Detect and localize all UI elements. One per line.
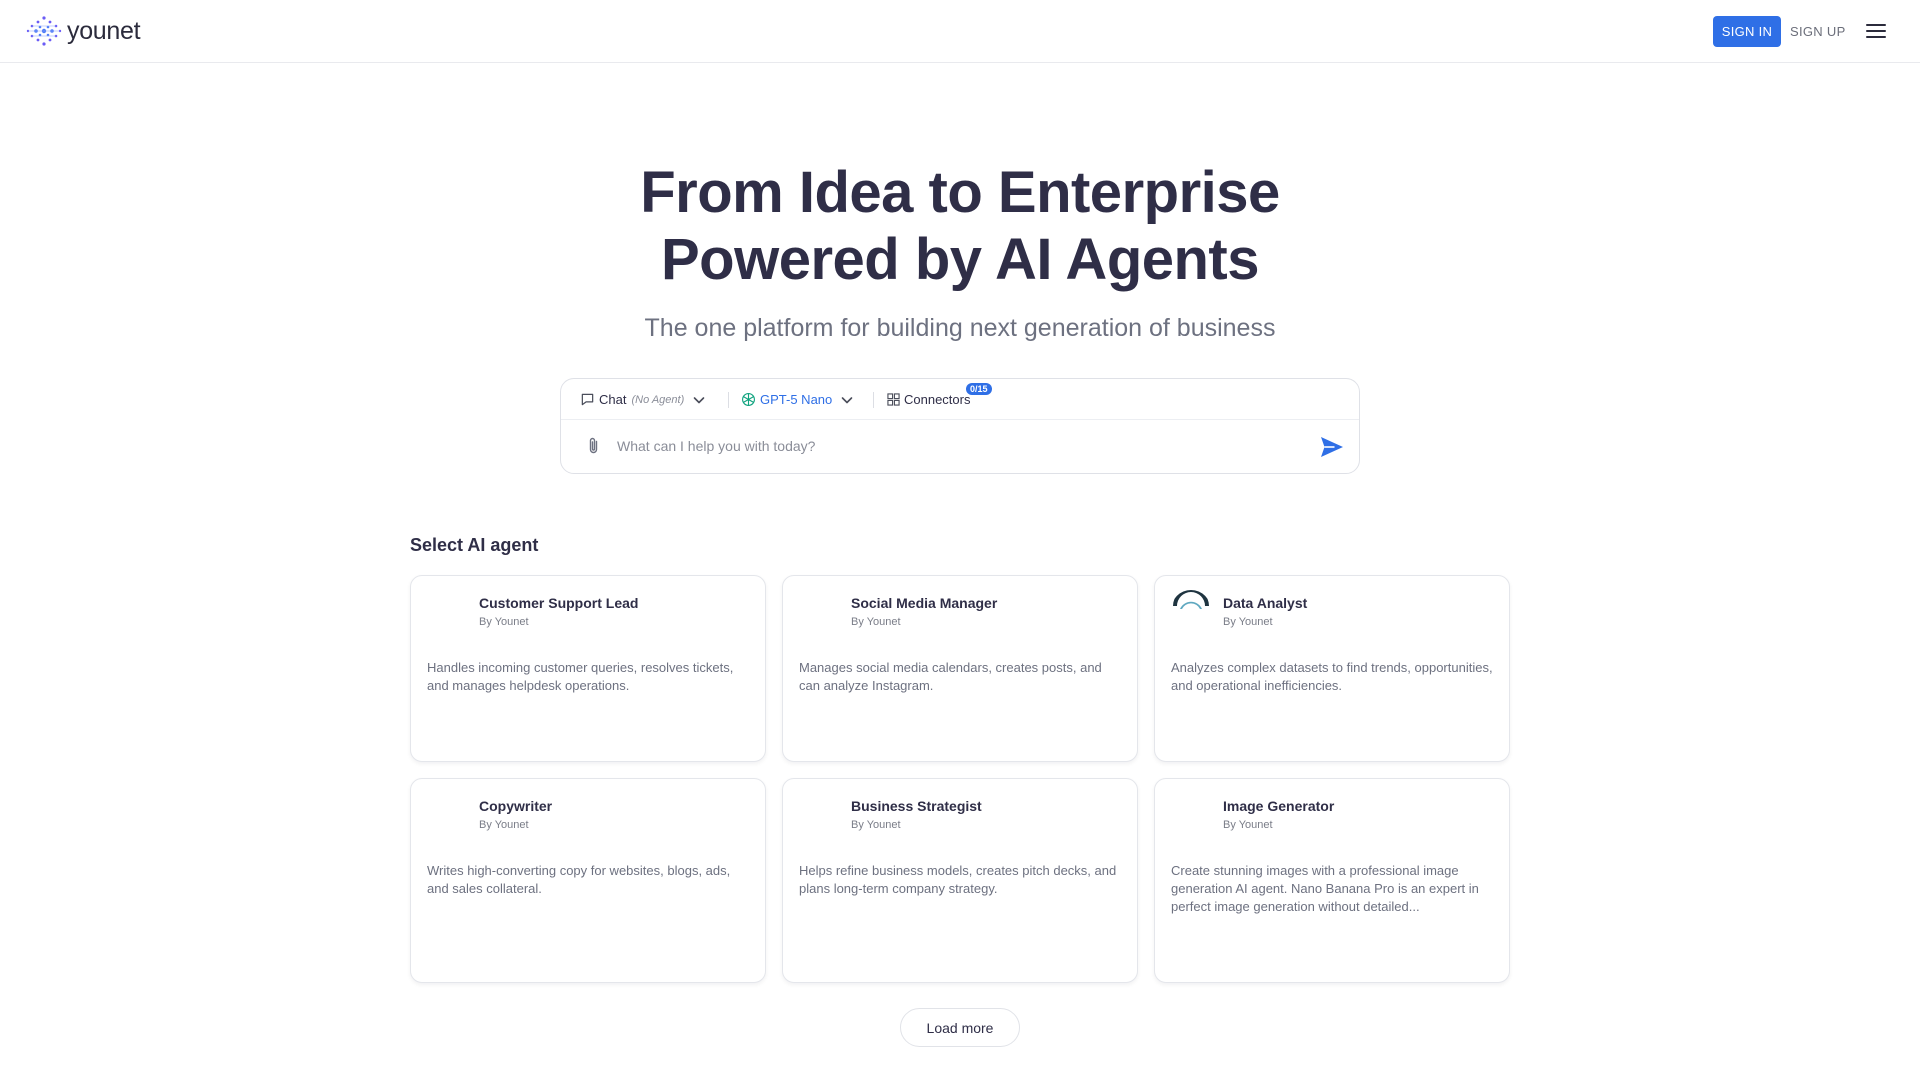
chat-input[interactable] [617, 435, 1267, 457]
top-header: younet SIGN IN SIGN UP [0, 0, 1920, 63]
brand-name: younet [67, 16, 141, 45]
agent-author: By Younet [479, 616, 529, 628]
agent-avatar [1171, 590, 1211, 630]
agent-card-data-analyst[interactable]: Data Analyst By Younet Analyzes complex … [1154, 575, 1510, 762]
agent-card-copywriter[interactable]: Copywriter By Younet Writes high-convert… [410, 778, 766, 983]
agent-name: Social Media Manager [851, 595, 998, 611]
chat-mode-note: (No Agent) [631, 393, 685, 406]
load-more-button[interactable]: Load more [900, 1008, 1020, 1047]
toolbar-divider [728, 392, 729, 408]
section-title: Select AI agent [410, 535, 539, 555]
agent-author: By Younet [851, 616, 901, 628]
hamburger-menu-icon[interactable] [1866, 24, 1886, 40]
agent-avatar [427, 590, 467, 630]
agent-author: By Younet [1223, 616, 1273, 628]
toolbar-divider [873, 392, 874, 408]
hero-subtitle: The one platform for building next gener… [644, 314, 1276, 342]
agent-author: By Younet [479, 819, 529, 831]
agent-name: Customer Support Lead [479, 595, 639, 611]
sign-in-button[interactable]: SIGN IN [1713, 16, 1781, 47]
agent-card-customer-support-lead[interactable]: Customer Support Lead By Younet Handles … [410, 575, 766, 762]
agent-card-business-strategist[interactable]: Business Strategist By Younet Helps refi… [782, 778, 1138, 983]
agent-avatar [799, 793, 839, 833]
agent-card-image-generator[interactable]: Image Generator By Younet Create stunnin… [1154, 778, 1510, 983]
younet-logo-icon [26, 16, 62, 46]
connectors-button[interactable]: Connectors [887, 379, 970, 420]
hero-title-line2: Powered by AI Agents [660, 227, 1260, 292]
agent-card-social-media-manager[interactable]: Social Media Manager By Younet Manages s… [782, 575, 1138, 762]
sign-up-link[interactable]: SIGN UP [1790, 16, 1846, 47]
agent-description: Create stunning images with a profession… [1171, 863, 1479, 914]
agent-avatar [799, 590, 839, 630]
chevron-down-icon [693, 396, 705, 403]
agent-description: Writes high-converting copy for websites… [427, 863, 731, 896]
hero-title-line1: From Idea to Enterprise [640, 160, 1280, 225]
connectors-label: Connectors [904, 392, 971, 407]
connectors-count-badge: 0/15 [966, 383, 992, 395]
grid-icon [887, 393, 900, 406]
agent-author: By Younet [851, 819, 901, 831]
agent-author: By Younet [1223, 819, 1273, 831]
chat-mode-label: Chat [599, 392, 627, 407]
model-label: GPT-5 Nano [760, 392, 833, 407]
agent-name: Copywriter [479, 798, 553, 814]
agent-avatar [1171, 793, 1211, 833]
data-analyst-avatar-icon [1173, 590, 1209, 609]
agent-description: Analyzes complex datasets to find trends… [1171, 660, 1493, 693]
chevron-down-icon [841, 396, 853, 403]
model-selector[interactable]: GPT-5 Nano [741, 379, 854, 420]
agent-description: Helps refine business models, creates pi… [799, 863, 1117, 896]
chat-mode-selector[interactable]: Chat (No Agent) [580, 379, 706, 420]
chat-bubble-icon [581, 393, 594, 406]
agent-description: Handles incoming customer queries, resol… [427, 660, 734, 693]
agent-name: Image Generator [1223, 798, 1335, 814]
agent-name: Data Analyst [1223, 595, 1308, 611]
send-icon[interactable] [1319, 435, 1345, 459]
paperclip-icon[interactable] [585, 436, 603, 456]
brand-logo[interactable]: younet [24, 14, 141, 48]
agent-avatar [427, 793, 467, 833]
chat-composer: Chat (No Agent) GPT-5 Nano Connectors 0/… [560, 378, 1360, 474]
agent-name: Business Strategist [851, 798, 982, 814]
openai-icon [742, 393, 755, 406]
chat-toolbar: Chat (No Agent) GPT-5 Nano Connectors 0/… [561, 379, 1359, 420]
agent-description: Manages social media calendars, creates … [799, 660, 1102, 693]
hero-title: From Idea to Enterprise Powered by AI Ag… [0, 159, 1920, 293]
